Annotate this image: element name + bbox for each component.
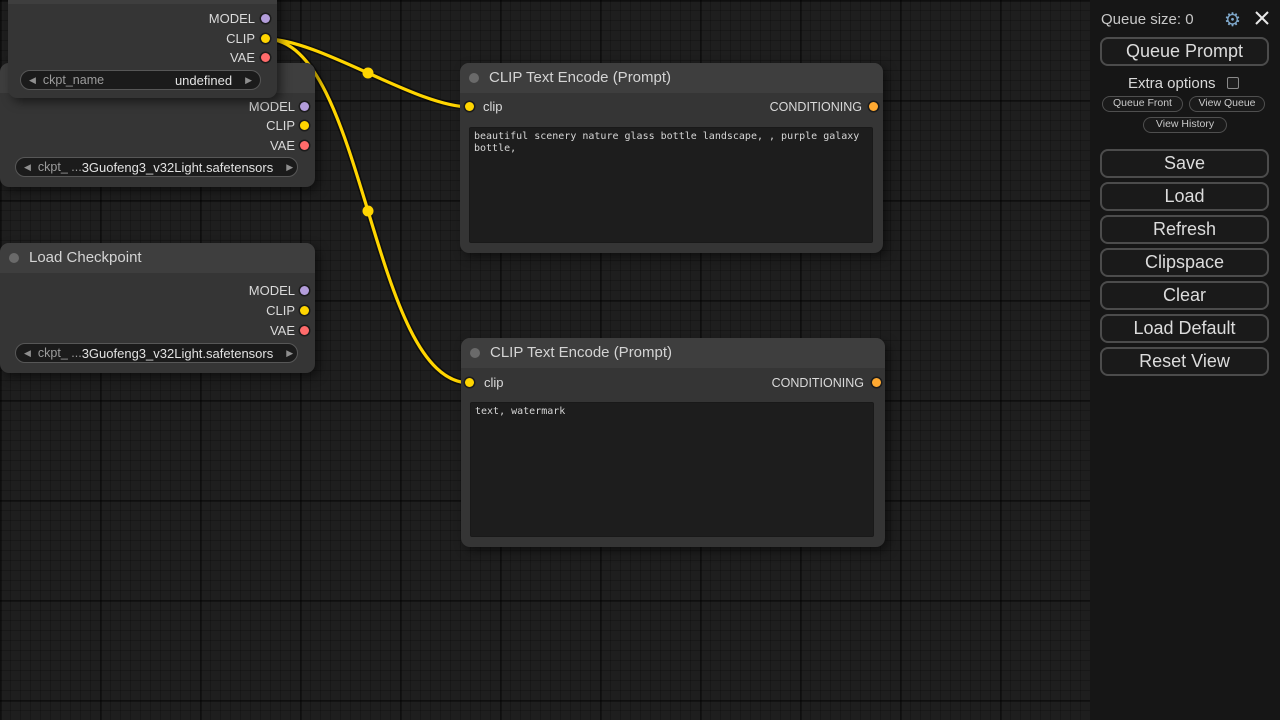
output-label: CONDITIONING [772,374,864,392]
clip-output-port[interactable] [300,121,309,130]
output-label: CLIP [226,30,255,48]
extra-options-checkbox[interactable] [1227,77,1239,89]
clear-button[interactable]: Clear [1100,281,1269,310]
view-history-button[interactable]: View History [1143,117,1227,133]
link-midpoint-dot[interactable] [363,68,374,79]
combo-label: ckpt_ ... [38,346,82,360]
extra-options-label: Extra options [1128,75,1216,92]
output-label: MODEL [209,10,255,28]
node-checkpoint-top[interactable]: MODEL CLIP VAE ◀ ckpt_name undefined ▶ [8,0,277,98]
node-load-checkpoint[interactable]: Load Checkpoint MODEL CLIP VAE ◀ ckpt_ .… [0,243,315,373]
output-label: VAE [230,49,255,67]
collapse-dot-icon[interactable] [469,73,479,83]
clipspace-button[interactable]: Clipspace [1100,248,1269,277]
load-default-button[interactable]: Load Default [1100,314,1269,343]
node-title-bar[interactable]: Load Checkpoint [0,243,315,273]
output-label: MODEL [249,282,295,300]
combo-value: 3Guofeng3_v32Light.safetensors [82,346,274,361]
clip-output-port[interactable] [261,34,270,43]
clip-output-port[interactable] [300,306,309,315]
input-label: clip [483,98,503,116]
vae-output-port[interactable] [261,53,270,62]
conditioning-output-port[interactable] [869,102,878,111]
close-icon[interactable] [1253,9,1271,27]
node-title-bar[interactable]: CLIP Text Encode (Prompt) [460,63,883,93]
combo-label: ckpt_ ... [38,160,82,174]
combo-value: 3Guofeng3_v32Light.safetensors [82,160,274,175]
output-label: CONDITIONING [770,98,862,116]
node-clip-text-encode-positive[interactable]: CLIP Text Encode (Prompt) clip CONDITION… [460,63,883,253]
combo-next-icon[interactable]: ▶ [286,344,293,362]
reset-view-button[interactable]: Reset View [1100,347,1269,376]
input-label: clip [484,374,504,392]
node-title: CLIP Text Encode (Prompt) [489,63,671,93]
collapse-dot-icon[interactable] [470,348,480,358]
queue-prompt-button[interactable]: Queue Prompt [1100,37,1269,66]
model-output-port[interactable] [300,102,309,111]
model-output-port[interactable] [261,14,270,23]
node-title: CLIP Text Encode (Prompt) [490,338,672,368]
combo-next-icon[interactable]: ▶ [245,71,252,89]
ckpt-name-combo-widget[interactable]: ◀ ckpt_ ... 3Guofeng3_v32Light.safetenso… [15,157,298,177]
model-output-port[interactable] [300,286,309,295]
node-clip-text-encode-negative[interactable]: CLIP Text Encode (Prompt) clip CONDITION… [461,338,885,547]
combo-prev-icon[interactable]: ◀ [24,158,31,176]
vae-output-port[interactable] [300,326,309,335]
combo-next-icon[interactable]: ▶ [286,158,293,176]
vae-output-port[interactable] [300,141,309,150]
output-label: CLIP [266,302,295,320]
output-label: MODEL [249,98,295,116]
queue-size-label: Queue size: 0 [1101,11,1194,28]
refresh-button[interactable]: Refresh [1100,215,1269,244]
negative-prompt-textarea[interactable]: text, watermark [470,402,874,537]
output-label: CLIP [266,117,295,135]
ckpt-name-combo-widget[interactable]: ◀ ckpt_name undefined ▶ [20,70,261,90]
combo-label: ckpt_name [43,73,104,87]
queue-front-button[interactable]: Queue Front [1102,96,1183,112]
save-button[interactable]: Save [1100,149,1269,178]
collapse-dot-icon[interactable] [9,253,19,263]
comfyui-app: MODEL CLIP VAE ◀ ckpt_ ... 3Guofeng3_v32… [0,0,1280,720]
clip-input-port[interactable] [465,102,474,111]
combo-prev-icon[interactable]: ◀ [24,344,31,362]
output-label: VAE [270,322,295,340]
combo-value: undefined [175,73,232,88]
node-title-bar[interactable] [8,0,277,4]
clip-input-port[interactable] [465,378,474,387]
link-midpoint-dot[interactable] [363,206,374,217]
combo-prev-icon[interactable]: ◀ [29,71,36,89]
comfy-menu-panel: Queue size: 0 ⚙ Queue Prompt Extra optio… [1090,0,1280,720]
load-button[interactable]: Load [1100,182,1269,211]
output-label: VAE [270,137,295,155]
ckpt-name-combo-widget[interactable]: ◀ ckpt_ ... 3Guofeng3_v32Light.safetenso… [15,343,298,363]
positive-prompt-textarea[interactable]: beautiful scenery nature glass bottle la… [469,127,873,243]
node-title: Load Checkpoint [29,243,142,273]
node-title-bar[interactable]: CLIP Text Encode (Prompt) [461,338,885,368]
view-queue-button[interactable]: View Queue [1189,96,1265,112]
conditioning-output-port[interactable] [872,378,881,387]
settings-gear-icon[interactable]: ⚙ [1224,9,1241,32]
